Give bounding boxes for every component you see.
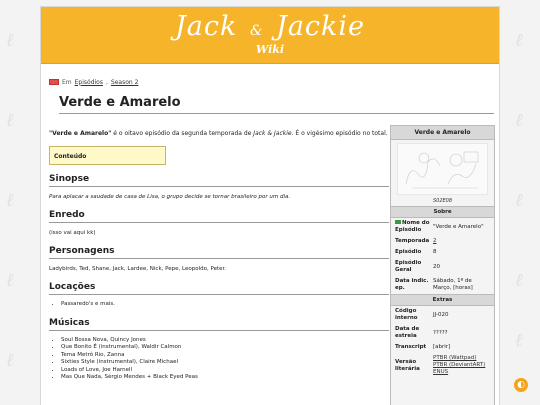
infobox-row: Episódio Geral 20: [391, 258, 494, 276]
infobox-row: Transcript [abrir]: [391, 342, 494, 353]
section-heading-personagens: Personagens: [49, 246, 389, 259]
infobox-section-about: Sobre: [391, 206, 494, 218]
intro-bold: "Verde e Amarelo": [49, 130, 112, 137]
enredo-text: (isso vai aqui kk): [49, 230, 96, 236]
site-logo[interactable]: Jack & Jackie: [41, 11, 499, 42]
section-heading-sinopse: Sinopse: [49, 174, 389, 187]
theme-toggle-button[interactable]: ◐: [514, 378, 528, 392]
infobox-title: Verde e Amarelo: [391, 126, 494, 140]
infobox-value: JJ-020: [433, 311, 449, 318]
infobox-row: Versão literária PTBR (Wattpad) PTBR (De…: [391, 353, 494, 378]
list-item: Passaredo's e mais.: [61, 301, 389, 309]
breadcrumb-separator: ,: [105, 78, 108, 86]
infobox-key: Nome do Episódio: [395, 220, 433, 234]
list-item: Que Bonito É (instrumental), Waldir Calm…: [61, 344, 389, 352]
logo-part1: Jack: [174, 11, 238, 42]
infobox-key: Data de estreia: [395, 326, 420, 339]
infobox-key: Data indic. ep.: [395, 278, 429, 291]
infobox-row: Temporada 2: [391, 236, 494, 247]
page-title: Verde e Amarelo: [59, 95, 494, 114]
page-content: Em Episódios, Season 2 Verde e Amarelo "…: [49, 77, 495, 380]
list-item: Sixties Style (instrumental), Claire Mic…: [61, 359, 389, 367]
breadcrumb-link-season2[interactable]: Season 2: [111, 79, 139, 86]
infobox-value: Sábado, 1º de Março, [horas]: [433, 278, 473, 291]
infobox-key: Transcript: [395, 344, 427, 350]
infobox-value: [abrir]: [433, 344, 490, 351]
infobox-key: Versão literária: [395, 358, 420, 372]
infobox-value: PTBR (Wattpad) PTBR (DeviantART) ENUS: [433, 355, 490, 376]
sinopse-text: Para aplacar a saudade de casa de Lisa, …: [49, 194, 291, 200]
sketch-image: [405, 151, 479, 189]
infobox-row: Data de estreia ?????: [391, 324, 494, 342]
infobox-value: 2: [433, 238, 490, 245]
personagens-text: Ladybirds, Ted, Shane, Jack, Lardee, Nic…: [49, 266, 227, 272]
infobox-key: Episódio Geral: [395, 260, 422, 273]
article-body: "Verde e Amarelo" é o oitavo episódio da…: [49, 129, 389, 382]
infobox-section-extras: Extras: [391, 294, 494, 306]
transcript-link[interactable]: [abrir]: [433, 344, 450, 350]
table-of-contents[interactable]: Conteúdo: [49, 146, 166, 165]
infobox-key: Código interno: [395, 308, 418, 321]
flag-icon: [49, 79, 59, 85]
logo-amp: &: [249, 23, 264, 39]
list-item: Tema Metrô Rio, Zanna: [61, 352, 389, 360]
intro-text2: . É o vigésimo episódio no total.: [291, 130, 388, 137]
infobox-key: Temporada: [395, 238, 430, 244]
infobox-row: Data indic. ep. Sábado, 1º de Março, [ho…: [391, 276, 494, 294]
breadcrumb-prefix: Em: [62, 78, 72, 86]
season-link[interactable]: 2: [433, 238, 437, 244]
infobox-row: Nome do Episódio "Verde e Amarelo": [391, 218, 494, 236]
musicas-list: Soul Bossa Nova, Quincy Jones Que Bonito…: [61, 337, 389, 382]
episode-infobox: Verde e Amarelo S02E08 Sobre Nome do Epi…: [390, 125, 495, 405]
episode-thumbnail[interactable]: [397, 143, 488, 195]
infobox-value: "Verde e Amarelo": [433, 223, 484, 230]
logo-part2: Jackie: [276, 11, 366, 42]
flag-icon: [395, 220, 401, 224]
infobox-value: 20: [433, 263, 440, 270]
breadcrumb-link-episodios[interactable]: Episódios: [75, 79, 103, 86]
infobox-value: 8: [433, 249, 437, 255]
intro-show-name: Jack & Jackie: [253, 130, 292, 137]
logo-wiki: Wiki: [255, 43, 285, 56]
list-item: Loads of Love, Joe Harnell: [61, 367, 389, 375]
infobox-row: Código interno JJ-020: [391, 306, 494, 324]
literary-version-links[interactable]: PTBR (Wattpad) PTBR (DeviantART) ENUS: [433, 355, 485, 375]
section-heading-musicas: Músicas: [49, 318, 389, 331]
list-item: Mas Que Nada, Sérgio Mendes + Black Eyed…: [61, 374, 389, 382]
list-item: Soul Bossa Nova, Quincy Jones: [61, 337, 389, 345]
section-heading-enredo: Enredo: [49, 210, 389, 223]
section-heading-locacoes: Locações: [49, 282, 389, 295]
locacoes-list: Passaredo's e mais.: [61, 301, 389, 309]
intro-paragraph: "Verde e Amarelo" é o oitavo episódio da…: [49, 129, 389, 138]
intro-text1: é o oitavo episódio da segunda temporada…: [111, 130, 254, 137]
infobox-key: Episódio: [395, 249, 422, 255]
breadcrumb: Em Episódios, Season 2: [49, 77, 495, 87]
half-moon-icon: ◐: [517, 380, 525, 390]
infobox-row: Episódio 8: [391, 247, 494, 258]
infobox-value: ?????: [433, 329, 448, 336]
site-banner[interactable]: Jack & Jackie Wiki: [41, 7, 499, 64]
infobox-caption: S02E08: [432, 198, 453, 204]
